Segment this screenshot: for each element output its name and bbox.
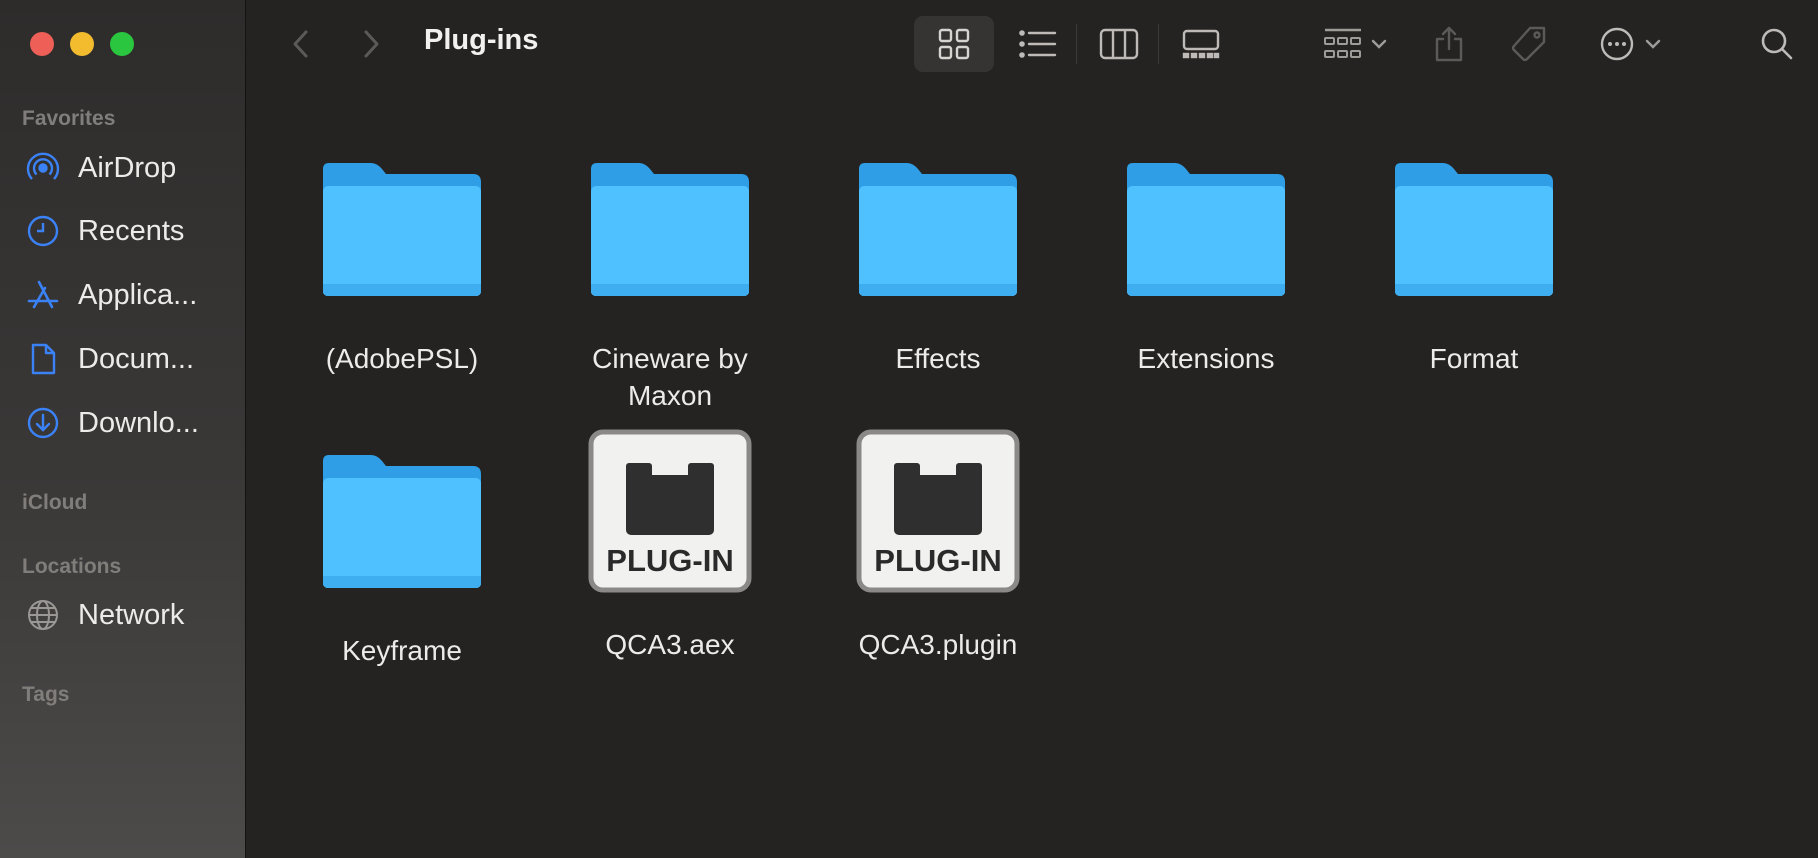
- back-icon: [293, 30, 308, 58]
- folder-icon: [1389, 144, 1559, 314]
- sidebar-item-label: Docum...: [78, 342, 195, 375]
- sidebar-item-applications[interactable]: Applica...: [26, 271, 236, 319]
- share-icon: [1435, 26, 1463, 62]
- sidebar-item-airdrop[interactable]: AirDrop: [26, 144, 236, 192]
- folder-icon: [853, 144, 1023, 314]
- folder-item[interactable]: Extensions: [1076, 144, 1336, 377]
- group-button[interactable]: [1315, 16, 1395, 72]
- sidebar-item-label: Applica...: [78, 278, 198, 311]
- item-name: QCA3.aex: [605, 629, 735, 660]
- folder-item[interactable]: Cineware by Maxon: [540, 144, 800, 414]
- search-button[interactable]: [1751, 18, 1803, 70]
- more-icon: [1600, 27, 1634, 61]
- tags-heading: Tags: [22, 683, 70, 706]
- plugin-badge-label: PLUG-IN: [606, 543, 733, 578]
- search-icon: [1761, 28, 1793, 60]
- item-name: Effects: [895, 343, 981, 374]
- sidebar-item-label: Downlo...: [78, 406, 199, 439]
- sidebar-item-recents[interactable]: Recents: [26, 207, 236, 255]
- column-view-icon: [1099, 28, 1139, 60]
- plugin-item[interactable]: PLUG-IN QCA3.aex: [540, 426, 800, 663]
- icloud-heading: iCloud: [22, 491, 88, 514]
- icon-view-button[interactable]: [914, 16, 994, 72]
- forward-button[interactable]: [353, 24, 389, 64]
- sidebar-item-label: Network: [78, 598, 185, 631]
- globe-icon: [26, 598, 60, 632]
- chevron-down-icon: [1645, 39, 1661, 49]
- back-button[interactable]: [283, 24, 319, 64]
- list-view-icon: [1019, 30, 1057, 58]
- folder-item[interactable]: Format: [1344, 144, 1604, 377]
- fullscreen-window-button[interactable]: [110, 32, 134, 56]
- favorites-heading: Favorites: [22, 107, 116, 130]
- sidebar-item-downloads[interactable]: Downlo...: [26, 399, 236, 447]
- tag-icon: [1511, 26, 1546, 62]
- plugin-item[interactable]: PLUG-IN QCA3.plugin: [808, 426, 1068, 663]
- item-name: (AdobePSL): [325, 343, 479, 374]
- close-window-button[interactable]: [30, 32, 54, 56]
- plugin-badge-label: PLUG-IN: [874, 543, 1001, 578]
- share-button[interactable]: [1423, 18, 1475, 70]
- item-name: Keyframe: [342, 635, 462, 666]
- sidebar: Favorites AirDrop Recents Applica... Doc…: [0, 0, 246, 858]
- clock-icon: [26, 214, 60, 248]
- file-grid: (AdobePSL) Cineware by Maxon Effects Ext…: [247, 88, 1818, 858]
- folder-icon: [585, 144, 755, 314]
- locations-heading: Locations: [22, 555, 122, 578]
- folder-icon: [1121, 144, 1291, 314]
- toolbar-divider: [1158, 24, 1159, 64]
- toolbar-divider: [1076, 24, 1077, 64]
- plugin-icon: PLUG-IN: [853, 426, 1023, 596]
- sidebar-item-label: AirDrop: [78, 151, 177, 184]
- gallery-view-button[interactable]: [1163, 16, 1239, 72]
- sidebar-item-documents[interactable]: Docum...: [26, 335, 236, 383]
- item-name: Format: [1429, 343, 1519, 374]
- sidebar-item-label: Recents: [78, 214, 185, 247]
- applications-icon: [26, 278, 60, 312]
- sidebar-item-network[interactable]: Network: [26, 591, 236, 639]
- item-name: Cineware by Maxon: [592, 343, 748, 411]
- gallery-view-icon: [1182, 29, 1220, 59]
- more-actions-button[interactable]: [1587, 16, 1673, 72]
- folder-item[interactable]: Keyframe: [272, 436, 532, 669]
- folder-item[interactable]: Effects: [808, 144, 1068, 377]
- download-icon: [26, 406, 60, 440]
- tag-button[interactable]: [1503, 18, 1555, 70]
- document-icon: [26, 342, 60, 376]
- airdrop-icon: [26, 151, 60, 185]
- folder-item[interactable]: (AdobePSL): [272, 144, 532, 377]
- plugin-icon: PLUG-IN: [585, 426, 755, 596]
- folder-icon: [317, 144, 487, 314]
- toolbar: Plug-ins: [247, 0, 1818, 88]
- column-view-button[interactable]: [1081, 16, 1157, 72]
- item-name: QCA3.plugin: [858, 629, 1018, 660]
- forward-icon: [364, 30, 379, 58]
- group-icon: [1324, 28, 1361, 58]
- folder-icon: [317, 436, 487, 606]
- chevron-down-icon: [1371, 39, 1387, 49]
- icon-view-icon: [938, 28, 970, 60]
- item-name: Extensions: [1137, 343, 1275, 374]
- list-view-button[interactable]: [1000, 16, 1076, 72]
- minimize-window-button[interactable]: [70, 32, 94, 56]
- window-title: Plug-ins: [424, 24, 539, 56]
